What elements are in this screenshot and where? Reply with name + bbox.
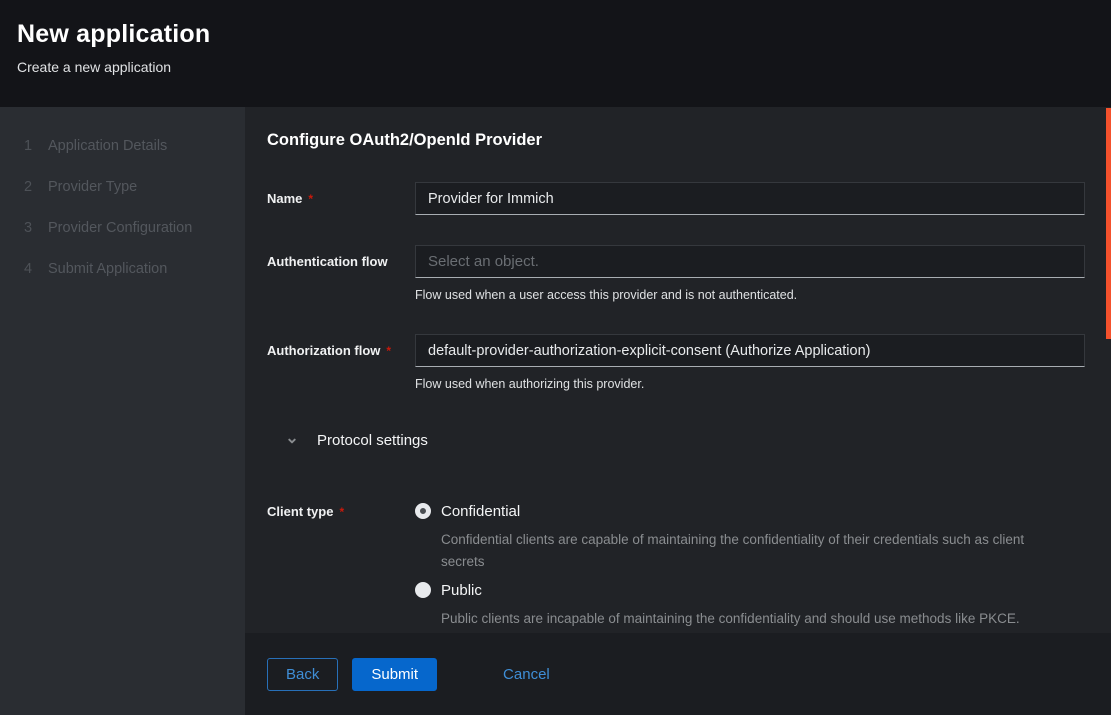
name-input[interactable]: [415, 182, 1085, 215]
authentication-flow-help: Flow used when a user access this provid…: [415, 287, 1085, 303]
page-subtitle: Create a new application: [17, 59, 1095, 75]
step-label: Provider Configuration: [48, 220, 192, 236]
wizard-steps-nav: 1 Application Details 2 Provider Type 3 …: [0, 107, 245, 715]
name-label: Name*: [267, 182, 415, 206]
authentication-flow-row: Authentication flow Flow used when a use…: [267, 245, 1085, 303]
wizard-footer: Back Submit Cancel: [245, 633, 1111, 715]
wizard-step-application-details[interactable]: 1 Application Details: [24, 138, 245, 154]
protocol-settings-toggle[interactable]: Protocol settings: [267, 432, 1085, 449]
name-field-row: Name*: [267, 182, 1085, 215]
required-asterisk: *: [308, 192, 313, 206]
radio-confidential-label[interactable]: Confidential: [441, 501, 1026, 522]
protocol-settings-label: Protocol settings: [317, 432, 428, 449]
radio-option-confidential[interactable]: Confidential Confidential clients are ca…: [415, 501, 1085, 572]
authorization-flow-label: Authorization flow*: [267, 334, 415, 358]
step-label: Provider Type: [48, 179, 137, 195]
authentication-flow-input[interactable]: [415, 245, 1085, 278]
step-label: Submit Application: [48, 261, 167, 277]
client-type-options: Confidential Confidential clients are ca…: [415, 501, 1085, 630]
provider-form: Configure OAuth2/OpenId Provider Name* A…: [245, 107, 1111, 633]
radio-confidential-description: Confidential clients are capable of main…: [441, 529, 1026, 572]
client-type-label: Client type*: [267, 501, 415, 519]
step-number: 2: [24, 179, 48, 195]
back-button[interactable]: Back: [267, 658, 338, 691]
page-header: New application Create a new application: [0, 0, 1111, 107]
wizard-step-submit-application[interactable]: 4 Submit Application: [24, 261, 245, 277]
wizard-step-provider-type[interactable]: 2 Provider Type: [24, 179, 245, 195]
authorization-flow-input[interactable]: [415, 334, 1085, 367]
authentication-flow-label: Authentication flow: [267, 245, 415, 269]
radio-public-label[interactable]: Public: [441, 580, 1020, 601]
radio-public-description: Public clients are incapable of maintain…: [441, 608, 1020, 630]
radio-public-control[interactable]: [415, 582, 431, 598]
cancel-button[interactable]: Cancel: [503, 666, 550, 683]
authorization-flow-row: Authorization flow* Flow used when autho…: [267, 334, 1085, 392]
required-asterisk: *: [386, 344, 391, 358]
wizard-main-panel: Configure OAuth2/OpenId Provider Name* A…: [245, 107, 1111, 715]
form-heading: Configure OAuth2/OpenId Provider: [267, 131, 1085, 150]
client-type-row: Client type* Confidential Confidential c…: [267, 501, 1085, 630]
submit-button[interactable]: Submit: [352, 658, 437, 691]
wizard-step-provider-configuration[interactable]: 3 Provider Configuration: [24, 220, 245, 236]
step-label: Application Details: [48, 138, 167, 154]
authorization-flow-help: Flow used when authorizing this provider…: [415, 376, 1085, 392]
step-number: 4: [24, 261, 48, 277]
step-number: 1: [24, 138, 48, 154]
chevron-down-icon: [286, 435, 298, 447]
radio-confidential-control[interactable]: [415, 503, 431, 519]
scrollbar-thumb[interactable]: [1106, 108, 1111, 339]
radio-option-public[interactable]: Public Public clients are incapable of m…: [415, 580, 1085, 630]
step-number: 3: [24, 220, 48, 236]
required-asterisk: *: [339, 505, 344, 519]
page-title: New application: [17, 20, 1095, 49]
